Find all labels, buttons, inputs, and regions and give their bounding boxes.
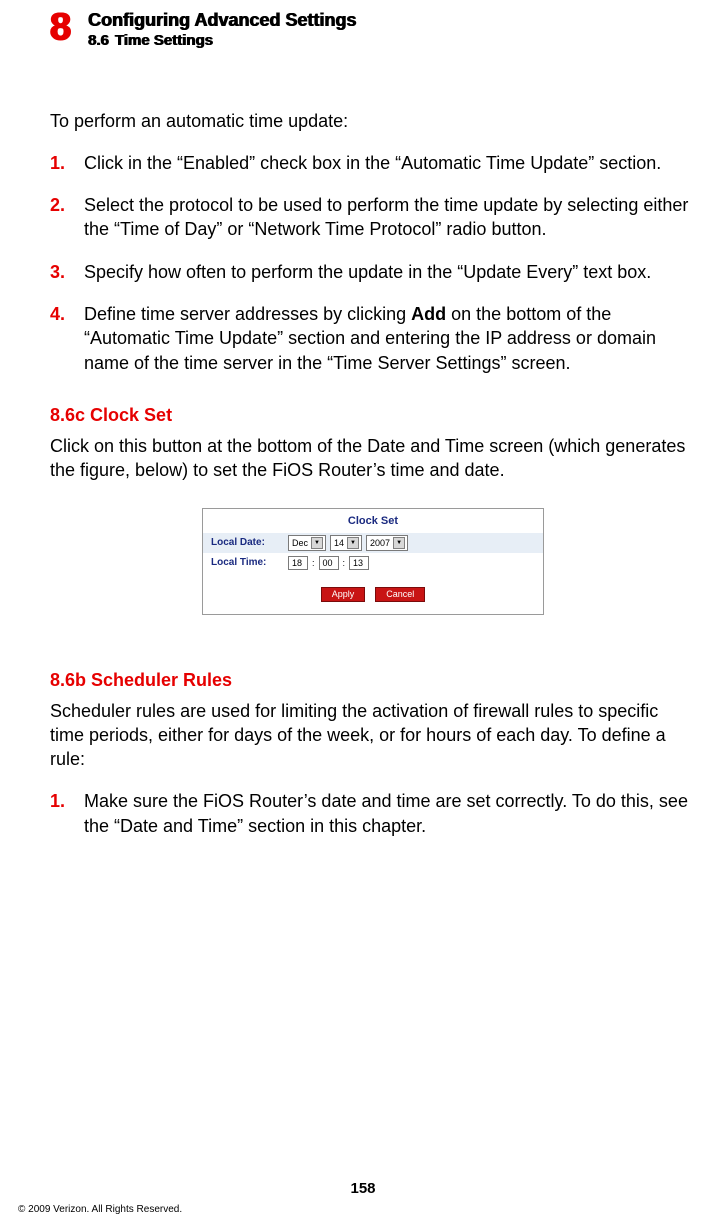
step-number: 2.	[50, 193, 70, 217]
para-86c: Click on this button at the bottom of th…	[50, 434, 696, 483]
intro-paragraph: To perform an automatic time update:	[50, 109, 696, 133]
para-86b: Scheduler rules are used for limiting th…	[50, 699, 696, 772]
copyright: © 2009 Verizon. All Rights Reserved.	[18, 1204, 182, 1215]
minute-input[interactable]: 00	[319, 556, 339, 570]
year-select[interactable]: 2007▼	[366, 535, 408, 551]
list-item: 4. Define time server addresses by click…	[50, 302, 696, 375]
step-number: 4.	[50, 302, 70, 326]
chevron-down-icon: ▼	[311, 537, 323, 549]
step-text: Make sure the FiOS Router’s date and tim…	[84, 789, 696, 838]
chevron-down-icon: ▼	[393, 537, 405, 549]
list-item: 1. Make sure the FiOS Router’s date and …	[50, 789, 696, 838]
step-number: 1.	[50, 151, 70, 175]
second-input[interactable]: 13	[349, 556, 369, 570]
page-header: 8 Configuring Advanced Settings 8.6 Time …	[50, 10, 696, 49]
list-item: 2. Select the protocol to be used to per…	[50, 193, 696, 242]
list-item: 1. Click in the “Enabled” check box in t…	[50, 151, 696, 175]
hour-input[interactable]: 18	[288, 556, 308, 570]
section-number: 8.6	[88, 32, 109, 49]
steps-list-1: 1. Click in the “Enabled” check box in t…	[50, 151, 696, 375]
step-number: 1.	[50, 789, 70, 813]
page-number: 158	[0, 1180, 726, 1197]
step-text: Click in the “Enabled” check box in the …	[84, 151, 696, 175]
step-text: Select the protocol to be used to perfor…	[84, 193, 696, 242]
list-item: 3. Specify how often to perform the upda…	[50, 260, 696, 284]
day-select[interactable]: 14▼	[330, 535, 362, 551]
local-date-label: Local Date:	[203, 537, 288, 548]
clock-set-title: Clock Set	[203, 509, 543, 533]
cancel-button[interactable]: Cancel	[375, 587, 425, 602]
chevron-down-icon: ▼	[347, 537, 359, 549]
apply-button[interactable]: Apply	[321, 587, 366, 602]
chapter-title: Configuring Advanced Settings	[88, 10, 356, 32]
month-select[interactable]: Dec▼	[288, 535, 326, 551]
step-number: 3.	[50, 260, 70, 284]
section-title: Time Settings	[115, 32, 213, 49]
heading-86b: 8.6b Scheduler Rules	[50, 670, 696, 691]
local-time-label: Local Time:	[203, 557, 288, 568]
step-text: Specify how often to perform the update …	[84, 260, 696, 284]
step-text: Define time server addresses by clicking…	[84, 302, 696, 375]
steps-list-2: 1. Make sure the FiOS Router’s date and …	[50, 789, 696, 838]
clock-set-figure: Clock Set Local Date: Dec▼ 14▼ 2007▼ Loc…	[202, 508, 544, 615]
heading-86c: 8.6c Clock Set	[50, 405, 696, 426]
chapter-number: 8	[50, 10, 70, 44]
